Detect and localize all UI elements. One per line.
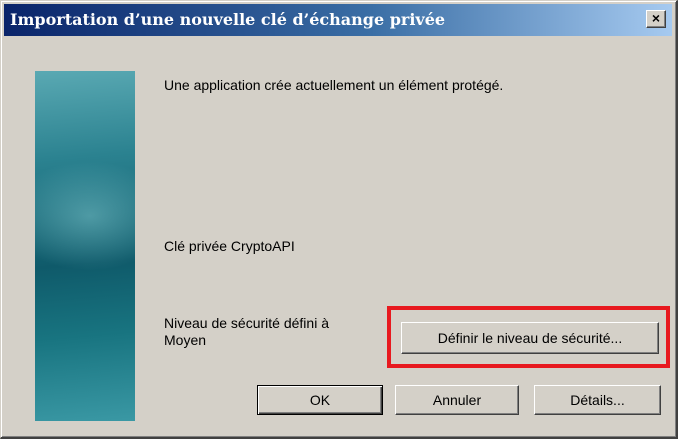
close-button[interactable]: × xyxy=(646,10,666,28)
title-bar[interactable]: Importation d’une nouvelle clé d’échange… xyxy=(4,4,672,36)
banner-glow xyxy=(35,161,135,271)
protected-item-message: Une application crée actuellement un élé… xyxy=(164,77,504,93)
details-button[interactable]: Détails... xyxy=(534,385,661,415)
cancel-button[interactable]: Annuler xyxy=(395,385,519,415)
security-level-value: Moyen xyxy=(164,332,207,348)
import-private-key-dialog: Importation d’une nouvelle clé d’échange… xyxy=(0,0,678,439)
close-icon: × xyxy=(651,10,661,26)
security-level-text: Niveau de sécurité défini à Moyen xyxy=(164,315,329,349)
key-name-label: Clé privée CryptoAPI xyxy=(164,238,295,254)
window-title: Importation d’une nouvelle clé d’échange… xyxy=(10,10,446,29)
dialog-banner-image xyxy=(35,71,135,421)
ok-button[interactable]: OK xyxy=(257,385,383,415)
set-security-level-button[interactable]: Définir le niveau de sécurité... xyxy=(401,322,659,354)
security-level-line1: Niveau de sécurité défini à xyxy=(164,315,329,331)
